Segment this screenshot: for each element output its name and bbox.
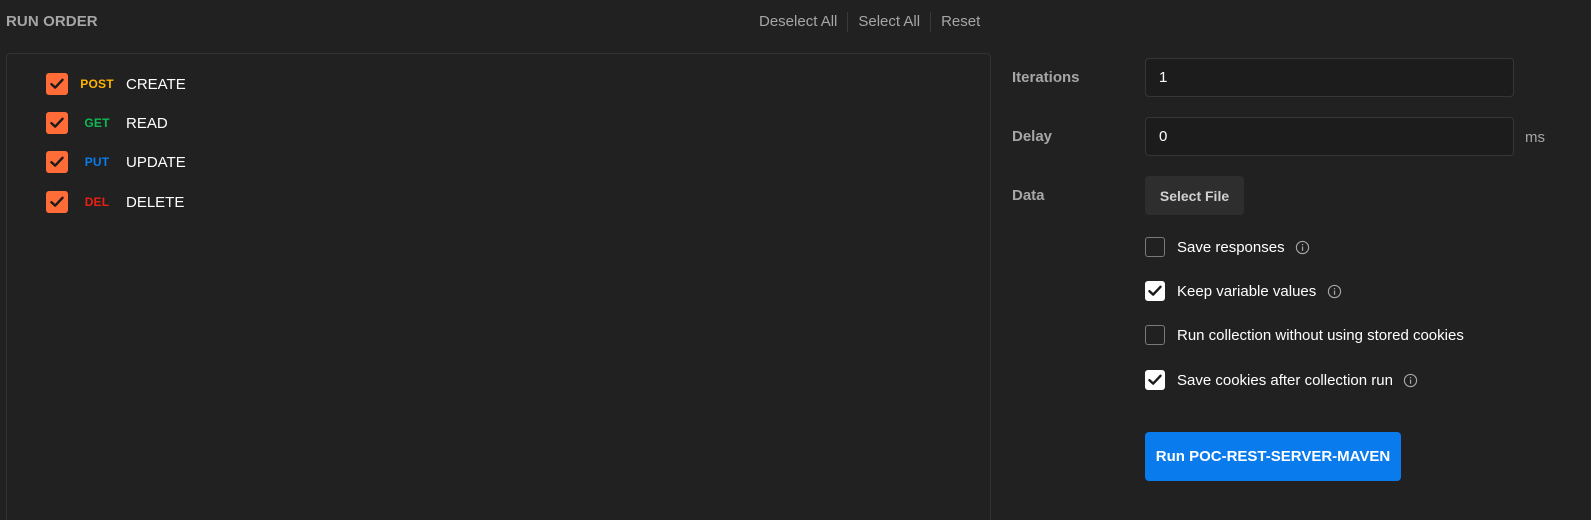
check-icon	[50, 156, 64, 167]
reset-button[interactable]: Reset	[931, 11, 990, 33]
request-item-update[interactable]: PUT UPDATE	[46, 150, 186, 174]
save-cookies-checkbox[interactable]	[1145, 370, 1165, 390]
deselect-all-button[interactable]: Deselect All	[758, 11, 847, 33]
option-save-cookies[interactable]: Save cookies after collection run	[1145, 368, 1419, 392]
request-list-panel: POST CREATE GET READ PUT UPDATE DEL DELE…	[6, 53, 991, 520]
request-item-create[interactable]: POST CREATE	[46, 72, 186, 96]
option-run-without-stored-cookies[interactable]: Run collection without using stored cook…	[1145, 323, 1464, 347]
option-label: Run collection without using stored cook…	[1177, 326, 1464, 344]
run-collection-button[interactable]: Run POC-REST-SERVER-MAVEN	[1145, 432, 1401, 481]
method-badge: PUT	[84, 155, 110, 169]
check-icon	[50, 78, 64, 89]
request-item-delete[interactable]: DEL DELETE	[46, 190, 184, 214]
request-checkbox[interactable]	[46, 151, 68, 173]
info-icon[interactable]	[1403, 372, 1419, 388]
check-icon	[50, 196, 64, 207]
request-checkbox[interactable]	[46, 112, 68, 134]
collection-runner: RUN ORDER Deselect All Select All Reset …	[0, 0, 1591, 520]
run-order-actions: Deselect All Select All Reset	[758, 11, 990, 33]
delay-label: Delay	[1012, 128, 1053, 145]
request-name: CREATE	[126, 75, 186, 93]
method-badge: POST	[80, 77, 114, 91]
request-name: DELETE	[126, 193, 185, 211]
option-label: Keep variable values	[1177, 282, 1317, 300]
data-label: Data	[1012, 187, 1045, 204]
request-checkbox[interactable]	[46, 73, 68, 95]
option-save-responses[interactable]: Save responses	[1145, 235, 1311, 259]
method-badge: DEL	[84, 195, 110, 209]
request-checkbox[interactable]	[46, 191, 68, 213]
info-icon[interactable]	[1295, 239, 1311, 255]
request-item-read[interactable]: GET READ	[46, 111, 168, 135]
run-order-title: RUN ORDER	[6, 13, 98, 30]
method-badge: GET	[84, 116, 110, 130]
delay-unit: ms	[1525, 129, 1545, 146]
check-icon	[50, 117, 64, 128]
select-all-button[interactable]: Select All	[848, 11, 930, 33]
save-responses-checkbox[interactable]	[1145, 237, 1165, 257]
info-icon[interactable]	[1326, 283, 1342, 299]
option-label: Save cookies after collection run	[1177, 371, 1393, 389]
check-icon	[1148, 285, 1162, 296]
run-without-cookies-checkbox[interactable]	[1145, 325, 1165, 345]
delay-input[interactable]	[1145, 117, 1514, 156]
keep-variable-values-checkbox[interactable]	[1145, 281, 1165, 301]
check-icon	[1148, 374, 1162, 385]
select-file-button[interactable]: Select File	[1145, 176, 1244, 215]
option-keep-variable-values[interactable]: Keep variable values	[1145, 279, 1342, 303]
iterations-label: Iterations	[1012, 69, 1080, 86]
request-name: UPDATE	[126, 153, 186, 171]
option-label: Save responses	[1177, 238, 1285, 256]
request-name: READ	[126, 114, 168, 132]
iterations-input[interactable]	[1145, 58, 1514, 97]
